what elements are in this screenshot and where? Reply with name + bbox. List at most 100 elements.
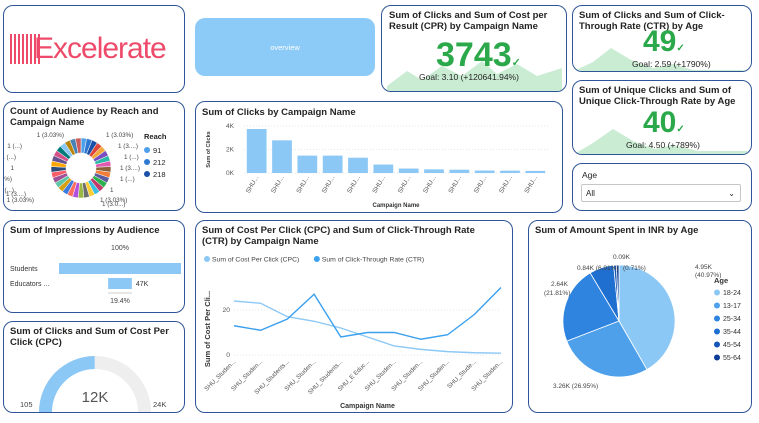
- gauge-max-label: 24K: [153, 400, 166, 409]
- funnel-top-label: 100%: [111, 245, 129, 252]
- check-icon: ✓: [676, 43, 685, 54]
- pie-legend-label: 18-24: [723, 290, 741, 297]
- x-axis-title: Campaign Name: [372, 203, 420, 209]
- impressions-title: Sum of Impressions by Audience: [10, 225, 160, 236]
- age-slicer-card: Age All ⌄: [572, 163, 752, 211]
- x-axis-title: Campaign Name: [340, 403, 395, 410]
- funnel-value-label: 47K: [136, 281, 149, 288]
- bar: [348, 157, 368, 173]
- pie-legend-label: 13-17: [723, 303, 741, 310]
- legend-dot-icon: [714, 354, 720, 361]
- pie-data-label: (21.81%): [544, 290, 570, 297]
- kpi-unique-clicks-title: Sum of Unique Clicks and Sum of Unique C…: [579, 85, 736, 107]
- y-tick-label: 20: [222, 307, 230, 314]
- funnel-category-label: Educators ...: [10, 281, 49, 288]
- series-line: [233, 300, 502, 354]
- pie-data-label: 3.26K (26.95%): [553, 383, 598, 390]
- donut-legend-item: 218: [144, 168, 166, 180]
- cpc-ctr-card: Sum of Cost Per Click (CPC) and Sum of C…: [195, 220, 513, 413]
- bar: [373, 164, 394, 173]
- pie-data-label: 2.64K: [551, 281, 569, 288]
- clicks-bar-chart: 0K 2K 4K Sum of Clicks SHU... SHU... SHU... SHU…: [206, 123, 548, 209]
- y-tick-label: 0: [226, 352, 230, 359]
- pie-legend-label: 25-34: [723, 316, 741, 323]
- impressions-funnel: 100% Students Educators ... 47K 19.4%: [10, 245, 181, 305]
- kpi-clicks-cpr-card: Sum of Clicks and Sum of Cost per Result…: [381, 5, 567, 92]
- legend-dot-icon: [204, 256, 210, 262]
- logo-text: Excelerate: [34, 32, 167, 65]
- donut-title: Count of Audience by Reach and Campaign …: [10, 106, 159, 128]
- donut-data-label: 1 (3....): [6, 191, 26, 198]
- pie-data-label: 0.09K: [613, 254, 631, 261]
- age-slicer-label: Age: [582, 170, 598, 180]
- clicks-bar-title: Sum of Clicks by Campaign Name: [202, 107, 356, 118]
- legend-dot-icon: [714, 315, 720, 322]
- kpi-unique-clicks-value: 40✓: [643, 106, 685, 139]
- y-tick-label: 0K: [226, 170, 235, 177]
- bar: [500, 170, 520, 173]
- funnel-bar: [108, 278, 132, 289]
- cpc-ctr-line-chart: Sum of Cost Per Click (CPC) Sum of Click-…: [203, 256, 505, 410]
- legend-dot-icon: [313, 256, 320, 262]
- kpi-unique-clicks-card: Sum of Unique Clicks and Sum of Unique C…: [572, 80, 752, 155]
- kpi-clicks-cpr-value: 3743✓: [436, 36, 521, 74]
- x-tick-label: SHU...: [523, 174, 539, 194]
- x-tick-label: SHU...: [295, 174, 311, 194]
- pie-legend-title: Age: [714, 276, 728, 285]
- kpi-clicks-cpr-title: Sum of Clicks and Sum of Cost per Result…: [389, 10, 548, 32]
- legend-label: Sum of Cost Per Click (CPC): [212, 257, 299, 264]
- bar: [525, 170, 546, 173]
- legend-dot-icon: [144, 171, 150, 177]
- bar: [424, 169, 444, 173]
- y-axis-title: Sum of Cost Per Cli...: [203, 291, 212, 367]
- funnel-bottom-label: 19.4%: [110, 298, 130, 305]
- kpi-clicks-ctr-goal: Goal: 2.59 (+1790%): [632, 59, 711, 69]
- donut-data-label: 1 (3....): [118, 143, 138, 150]
- age-slicer-selected: All: [586, 189, 595, 198]
- logo: Excelerate: [10, 32, 167, 66]
- donut-card: Count of Audience by Reach and Campaign …: [3, 101, 185, 211]
- x-tick-label: SHU...: [498, 174, 514, 194]
- x-tick-label: SHU...: [371, 174, 387, 194]
- bar: [398, 168, 419, 173]
- donut-legend-item: 212: [144, 156, 166, 168]
- kpi-clicks-cpr-goal: Goal: 3.10 (+120641.94%): [419, 72, 519, 82]
- gauge-card: Sum of Clicks and Sum of Cost Per Click …: [3, 321, 185, 413]
- legend-dot-icon: [714, 328, 720, 335]
- donut-legend-label: 212: [153, 157, 166, 167]
- x-tick-label: SHU...: [321, 174, 337, 194]
- bar: [246, 129, 267, 173]
- legend-dot-icon: [714, 341, 720, 348]
- age-slicer-dropdown[interactable]: All ⌄: [581, 184, 741, 202]
- pie-card: Sum of Amount Spent in INR by Age 4.95K(…: [528, 220, 752, 413]
- gauge-value-label: 12K: [82, 389, 109, 406]
- donut-legend-label: 218: [153, 169, 166, 179]
- donut-data-label: 1 (...): [124, 154, 139, 161]
- x-tick-label: SHU...: [447, 174, 463, 194]
- legend-dot-icon: [714, 302, 720, 309]
- y-tick-label: 2K: [226, 147, 235, 154]
- donut-legend-label: 91: [153, 145, 162, 155]
- pie-legend-label: 45-54: [723, 342, 741, 349]
- donut-data-label: 1: [110, 187, 114, 194]
- legend-dot-icon: [144, 147, 150, 153]
- x-tick-label: SHU...: [346, 174, 362, 194]
- donut-data-label: 1 (3.03%): [4, 176, 12, 183]
- donut-data-label: 1 (3....): [120, 165, 140, 172]
- pie-chart: 4.95K(40.97%)3.26K (26.95%)2.64K(21.81%)…: [544, 254, 741, 390]
- donut-data-label: 1 (3.03%): [37, 132, 64, 139]
- donut-data-label: 1 (3.03%): [7, 197, 34, 204]
- gauge-chart: 12K 105 24K: [20, 355, 166, 412]
- check-icon: ✓: [676, 124, 685, 135]
- y-axis-title: Sum of Clicks: [206, 131, 212, 167]
- impressions-card: Sum of Impressions by Audience 100% Stude…: [3, 220, 185, 313]
- clicks-bar-card: Sum of Clicks by Campaign Name 0K 2K 4K Sum…: [195, 101, 563, 213]
- kpi-unique-clicks-goal: Goal: 4.50 (+789%): [626, 140, 700, 150]
- donut-data-label: 1 (...): [4, 154, 16, 161]
- overview-button-label: overview: [270, 42, 300, 52]
- bar: [322, 155, 343, 173]
- overview-button[interactable]: overview: [195, 18, 375, 76]
- legend-label: Sum of Click-Through Rate (CTR): [322, 257, 424, 264]
- gauge-min-label: 105: [20, 400, 33, 409]
- bar: [474, 170, 495, 173]
